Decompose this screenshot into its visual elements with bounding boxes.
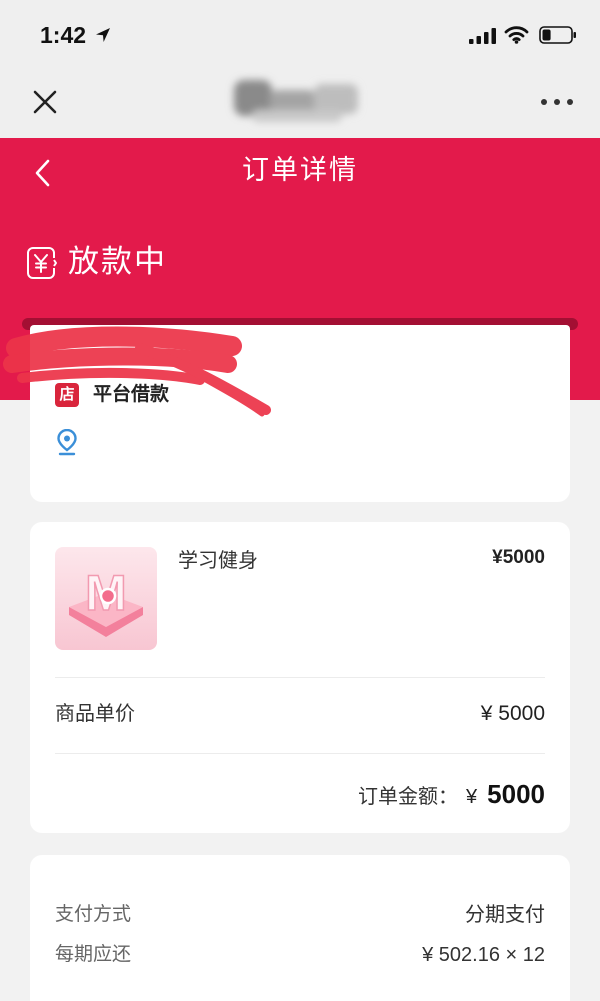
- installment-value: ¥ 502.16 × 12: [422, 944, 545, 966]
- order-status-label: 放款中: [68, 244, 167, 279]
- shop-card: 店 平台借款: [30, 325, 570, 502]
- payment-method-value: 分期支付: [465, 904, 545, 926]
- product-card: M 学习健身 ¥5000 商品单价 ¥ 5000 订单金额： ¥ 5000: [30, 522, 570, 833]
- unit-price-label: 商品单价: [55, 703, 135, 725]
- store-icon: 店: [55, 383, 79, 407]
- location-pin-icon: [57, 428, 77, 456]
- page-title: 订单详情: [242, 155, 358, 185]
- installment-label: 每期应还: [55, 944, 132, 965]
- redacted-title-blur: [224, 66, 376, 136]
- divider: [55, 677, 545, 678]
- location-arrow-icon: [95, 27, 111, 43]
- wifi-icon: [504, 25, 529, 44]
- close-button[interactable]: [31, 88, 59, 116]
- battery-icon: [539, 26, 577, 44]
- status-time: 1:42: [40, 22, 87, 48]
- signal-icon: [469, 28, 496, 44]
- product-image: M: [55, 547, 157, 650]
- unit-price-value: ¥ 5000: [480, 702, 545, 725]
- shop-row[interactable]: 店 平台借款: [55, 381, 169, 409]
- product-price: ¥5000: [492, 547, 545, 568]
- payment-card: 支付方式 分期支付 每期应还 ¥ 502.16 × 12: [30, 855, 570, 1001]
- order-total-row: 订单金额： ¥ 5000: [358, 778, 545, 813]
- battery-level-fill: [542, 29, 551, 41]
- yuan-receipt-icon: [26, 246, 58, 280]
- more-icon[interactable]: [539, 96, 575, 108]
- order-total-value: 5000: [487, 779, 545, 809]
- more-button[interactable]: [539, 96, 575, 108]
- order-total-currency: ¥: [466, 786, 478, 808]
- payment-method-label: 支付方式: [55, 904, 132, 925]
- close-icon[interactable]: [31, 88, 59, 116]
- product-name: 学习健身: [178, 550, 258, 572]
- shop-name: 平台借款: [93, 384, 170, 405]
- order-total-label: 订单金额：: [358, 786, 459, 808]
- divider: [55, 753, 545, 754]
